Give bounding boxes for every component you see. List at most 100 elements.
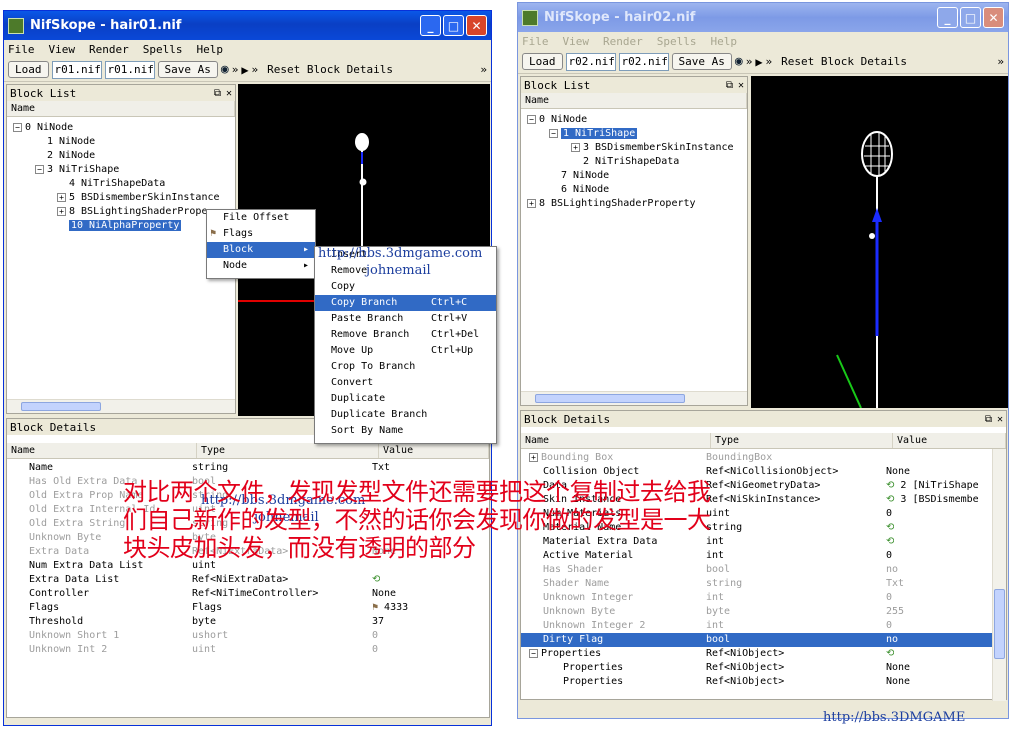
table-row[interactable]: Shader Name string Txt [521,577,1006,591]
tree-row[interactable]: +8 BSLightingShaderProperty [527,197,696,211]
menu-item-remove-branch[interactable]: Remove Branch Ctrl+Del [315,327,496,343]
vertical-scrollbar[interactable] [992,449,1006,701]
save-file-field[interactable]: r01.nif [104,60,155,79]
load-button[interactable]: Load [8,61,49,78]
column-header-value[interactable]: Value [379,443,489,458]
tree-row[interactable]: −1 NiTriShape [549,127,638,141]
expand-toggle-icon[interactable]: − [529,649,538,658]
close-icon[interactable]: ✕ [226,88,232,99]
menu-render[interactable]: Render [89,43,129,56]
property-value[interactable]: 0 [886,619,892,633]
close-icon[interactable]: ✕ [738,80,744,91]
play-icon[interactable]: ▶ [241,63,248,77]
menu-render[interactable]: Render [603,35,643,48]
property-value[interactable]: 0 [372,629,378,643]
maximize-button[interactable]: □ [960,7,981,28]
property-value[interactable]: no [886,633,898,647]
overflow-icon[interactable]: » [480,63,487,76]
horizontal-scrollbar[interactable] [521,391,747,405]
table-row[interactable]: Properties Ref<NiObject> None [521,661,1006,675]
menu-item-move-up[interactable]: Move Up Ctrl+Up [315,343,496,359]
property-value[interactable]: None [372,587,396,601]
menu-item-node[interactable]: Node ▸ [207,258,315,274]
column-header-type[interactable]: Type [711,433,893,448]
menu-item-copy[interactable]: Copy [315,279,496,295]
reset-block-details-button[interactable]: Reset Block Details [781,55,907,68]
property-value[interactable]: ⟲ 2 [NiTriShape [886,479,979,493]
table-row[interactable]: Extra Data List Ref<NiExtraData> ⟲ [7,573,489,587]
expand-toggle-icon[interactable]: − [35,165,44,174]
property-value[interactable]: Txt [886,577,904,591]
property-value[interactable]: ⟲ [886,535,894,549]
property-value[interactable]: 0 [372,643,378,657]
save-file-field[interactable]: r02.nif [618,52,669,71]
expand-toggle-icon[interactable]: − [13,123,22,132]
property-value[interactable]: no [886,563,898,577]
column-header-value[interactable]: Value [893,433,1006,448]
property-value[interactable]: 0 [886,549,892,563]
maximize-button[interactable]: □ [443,15,464,36]
column-header-name[interactable]: Name [521,93,747,108]
menu-view[interactable]: View [563,35,590,48]
property-value[interactable]: ⟲ 3 [BSDismembe [886,493,979,507]
load-button[interactable]: Load [522,53,563,70]
property-value[interactable]: 0 [886,507,892,521]
property-value[interactable]: None [886,465,910,479]
expand-toggle-icon[interactable]: − [549,129,558,138]
overflow-icon[interactable]: » [746,55,753,68]
right-titlebar[interactable]: NifSkope - hair02.nif _ □ ✕ [518,3,1008,32]
expand-toggle-icon[interactable]: + [57,207,66,216]
table-row[interactable]: Has Shader bool no [521,563,1006,577]
table-row[interactable]: Controller Ref<NiTimeController> None [7,587,489,601]
table-row[interactable]: Flags Flags ⚑ 4333 [7,601,489,615]
menu-item-block[interactable]: Block ▸ [207,242,315,258]
expand-toggle-icon[interactable]: + [529,453,538,462]
reset-block-details-button[interactable]: Reset Block Details [267,63,393,76]
tree-row[interactable]: −0 NiNode [13,121,73,135]
menu-spells[interactable]: Spells [657,35,697,48]
menu-item-crop-to-branch[interactable]: Crop To Branch [315,359,496,375]
table-row[interactable]: Dirty Flag bool no [521,633,1006,647]
load-file-field[interactable]: r01.nif [51,60,102,79]
property-value[interactable]: 255 [886,605,904,619]
menu-item-duplicate[interactable]: Duplicate [315,391,496,407]
table-row[interactable]: Active Material int 0 [521,549,1006,563]
table-row[interactable]: Unknown Integer int 0 [521,591,1006,605]
menu-item-paste-branch[interactable]: Paste Branch Ctrl+V [315,311,496,327]
column-header-name[interactable]: Name [7,443,197,458]
property-value[interactable]: ⚑ 4333 [372,601,408,615]
tree-row[interactable]: 6 NiNode [549,183,609,197]
expand-toggle-icon[interactable]: + [571,143,580,152]
column-header-name[interactable]: Name [7,101,235,116]
menu-spells[interactable]: Spells [143,43,183,56]
horizontal-scrollbar[interactable] [7,399,235,413]
table-row[interactable]: − Properties Ref<NiObject> ⟲ [521,647,1006,661]
float-icon[interactable]: ⧉ [985,414,992,425]
tree-row[interactable]: −0 NiNode [527,113,587,127]
column-header-type[interactable]: Type [197,443,379,458]
overflow-icon[interactable]: » [997,55,1004,68]
menu-file[interactable]: File [522,35,549,48]
table-row[interactable]: + Bounding Box BoundingBox [521,451,1006,465]
overflow-icon[interactable]: » [252,63,259,76]
float-icon[interactable]: ⧉ [214,88,221,99]
tree-row[interactable]: −3 NiTriShape [35,163,119,177]
menu-item-duplicate-branch[interactable]: Duplicate Branch [315,407,496,423]
tree-row[interactable]: 7 NiNode [549,169,609,183]
save-as-button[interactable]: Save As [157,61,218,78]
close-icon[interactable]: ✕ [997,414,1003,425]
minimize-button[interactable]: _ [937,7,958,28]
tree-row[interactable]: 4 NiTriShapeData [57,177,165,191]
menu-item-copy-branch[interactable]: Copy Branch Ctrl+C [315,295,496,311]
menu-help[interactable]: Help [197,43,224,56]
expand-toggle-icon[interactable]: − [527,115,536,124]
table-row[interactable]: Name string Txt [7,461,489,475]
property-value[interactable]: 37 [372,615,384,629]
table-row[interactable]: Unknown Byte byte 255 [521,605,1006,619]
table-row[interactable]: Threshold byte 37 [7,615,489,629]
menu-file[interactable]: File [8,43,35,56]
overflow-icon[interactable]: » [766,55,773,68]
menu-view[interactable]: View [49,43,76,56]
load-file-field[interactable]: r02.nif [565,52,616,71]
close-button[interactable]: ✕ [466,15,487,36]
